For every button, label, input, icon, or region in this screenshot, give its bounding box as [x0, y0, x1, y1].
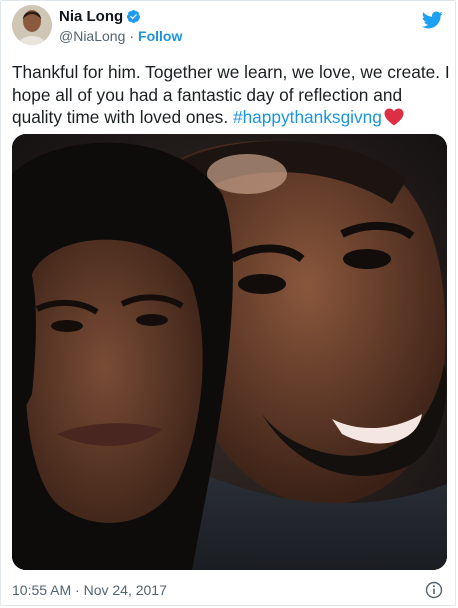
tweet-timestamp[interactable]: 10:55 AM · Nov 24, 2017 — [12, 581, 167, 599]
twitter-bird-icon[interactable] — [421, 9, 443, 31]
dot-separator: · — [129, 28, 135, 44]
tweet-text: Thankful for him. Together we learn, we … — [12, 61, 450, 129]
info-icon[interactable] — [425, 581, 443, 599]
author-handle-row: @NiaLong · Follow — [59, 27, 182, 45]
display-name[interactable]: Nia Long — [59, 8, 123, 25]
hashtag-link[interactable]: #happythanksgivng — [233, 107, 382, 127]
tweet-card: Nia Long @NiaLong · Follow Thankful for … — [0, 0, 456, 606]
red-heart-icon — [384, 108, 404, 126]
verified-badge-icon — [126, 9, 141, 24]
avatar[interactable] — [12, 5, 52, 45]
follow-button[interactable]: Follow — [138, 28, 182, 44]
tweet-photo[interactable] — [12, 134, 447, 570]
author-handle[interactable]: @NiaLong — [59, 28, 125, 44]
author-name-row[interactable]: Nia Long — [59, 7, 141, 25]
